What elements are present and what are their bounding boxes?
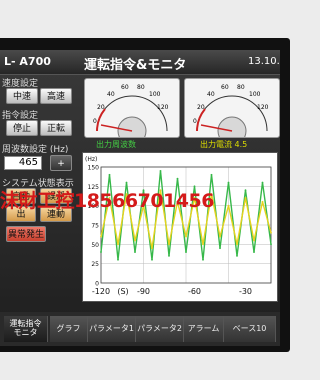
y-tick-label: 25 [91, 261, 99, 268]
trend-graph: 150 125 100 75 50 25 0 (Hz) -120 (S) -90 -60 -30 [82, 152, 278, 302]
series-point-0 [261, 181, 264, 184]
freq-group-label: 周波数設定 (Hz) [2, 145, 69, 155]
tab-operation-monitor[interactable]: 運転指令 モニタ [4, 316, 48, 342]
alarm-indicator: 異常発生 [6, 226, 46, 242]
gauge-tick-label: 0 [93, 118, 97, 125]
frequency-gauge-dial: 0 20 40 60 80 100 120 [93, 84, 169, 137]
series-point-1 [185, 235, 187, 238]
gauge-tick-label: 100 [149, 91, 161, 98]
tab-alarm[interactable]: アラーム [184, 316, 224, 342]
gauge-tick-label: 60 [121, 84, 129, 91]
gauge-tick-label: 120 [157, 104, 169, 111]
series-point-0 [185, 251, 187, 253]
series-point-0 [219, 247, 221, 250]
tab-graph[interactable]: グラフ [50, 316, 88, 342]
series-point-1 [168, 243, 170, 246]
y-unit-label: (Hz) [85, 156, 97, 163]
frequency-gauge-label: 出力周波数 [96, 140, 136, 149]
series-point-1 [270, 231, 272, 234]
x-tick-label: -60 [188, 287, 201, 296]
x-tick-label: -30 [239, 287, 252, 296]
current-gauge: 0 20 40 60 80 100 120 [184, 78, 280, 138]
series-point-1 [151, 247, 153, 250]
series-point-0 [236, 255, 238, 257]
gauge-tick-label: 100 [249, 91, 261, 98]
frequency-gauge: 0 20 40 60 80 100 120 [84, 78, 180, 138]
series-point-0 [202, 258, 204, 261]
series-point-0 [117, 258, 119, 261]
series-point-0 [270, 243, 272, 246]
page-title: 運転指令&モニタ [84, 58, 187, 73]
series-point-0 [125, 181, 128, 184]
x-tick-label: -120 [92, 287, 110, 296]
gauge-tick-label: 80 [137, 84, 145, 91]
gauge-tick-label: 120 [257, 104, 269, 111]
gauge-tick-label: 0 [193, 118, 197, 125]
x-tick-label: -90 [137, 287, 150, 296]
series-point-1 [117, 243, 119, 246]
gauge-tick-label: 40 [107, 91, 115, 98]
y-tick-label: 75 [91, 223, 99, 230]
series-point-0 [108, 173, 111, 176]
series-point-0 [168, 255, 170, 257]
gauge-tick-label: 80 [237, 84, 245, 91]
series-point-1 [100, 235, 102, 238]
tab-base10[interactable]: ベース10 [224, 316, 276, 342]
current-gauge-label: 出力電流 4.5 [200, 140, 248, 149]
series-point-0 [159, 169, 162, 172]
series-point-0 [227, 181, 230, 184]
series-point-0 [210, 173, 213, 176]
watermark-text: 沫財工控18566701456 [0, 190, 214, 212]
series-point-0 [134, 251, 136, 253]
series-point-1 [219, 235, 221, 238]
forward-button[interactable]: 正転 [40, 120, 72, 136]
medium-speed-button[interactable]: 中速 [6, 88, 38, 104]
stop-button[interactable]: 停止 [6, 120, 38, 136]
tab-parameter2[interactable]: パラメータ2 [136, 316, 184, 342]
title-bar: L- A700 運転指令&モニタ 13.10. [0, 50, 280, 75]
gauge-tick-label: 60 [221, 84, 229, 91]
x-tick-label: (S) [117, 287, 128, 296]
series-point-1 [236, 243, 238, 246]
series-point-1 [134, 239, 136, 242]
clock-display: 13.10. [248, 56, 280, 67]
freq-plus-button[interactable]: + [50, 155, 72, 171]
series-point-1 [253, 239, 255, 242]
y-tick-label: 150 [88, 165, 100, 172]
freq-setpoint-field[interactable]: 465 [4, 156, 42, 170]
gauge-tick-label: 20 [197, 104, 205, 111]
series-point-0 [100, 251, 102, 253]
current-gauge-dial: 0 20 40 60 80 100 120 [193, 84, 269, 137]
series-point-1 [202, 243, 204, 246]
tab-parameter1[interactable]: パラメータ1 [88, 316, 136, 342]
y-tick-label: 50 [91, 242, 99, 249]
trend-graph-plot: 1501251007550250(Hz)-120 (S) -90 -60 -30 [85, 156, 272, 296]
tab-bar: 運転指令 モニタ グラフ パラメータ1 パラメータ2 アラーム ベース10 [0, 312, 280, 346]
series-point-0 [253, 251, 255, 253]
series-point-0 [176, 177, 179, 180]
series-point-0 [151, 258, 153, 261]
model-label: L- A700 [4, 55, 51, 68]
gauge-tick-label: 20 [97, 104, 105, 111]
gauge-tick-label: 40 [207, 91, 215, 98]
high-speed-button[interactable]: 高速 [40, 88, 72, 104]
